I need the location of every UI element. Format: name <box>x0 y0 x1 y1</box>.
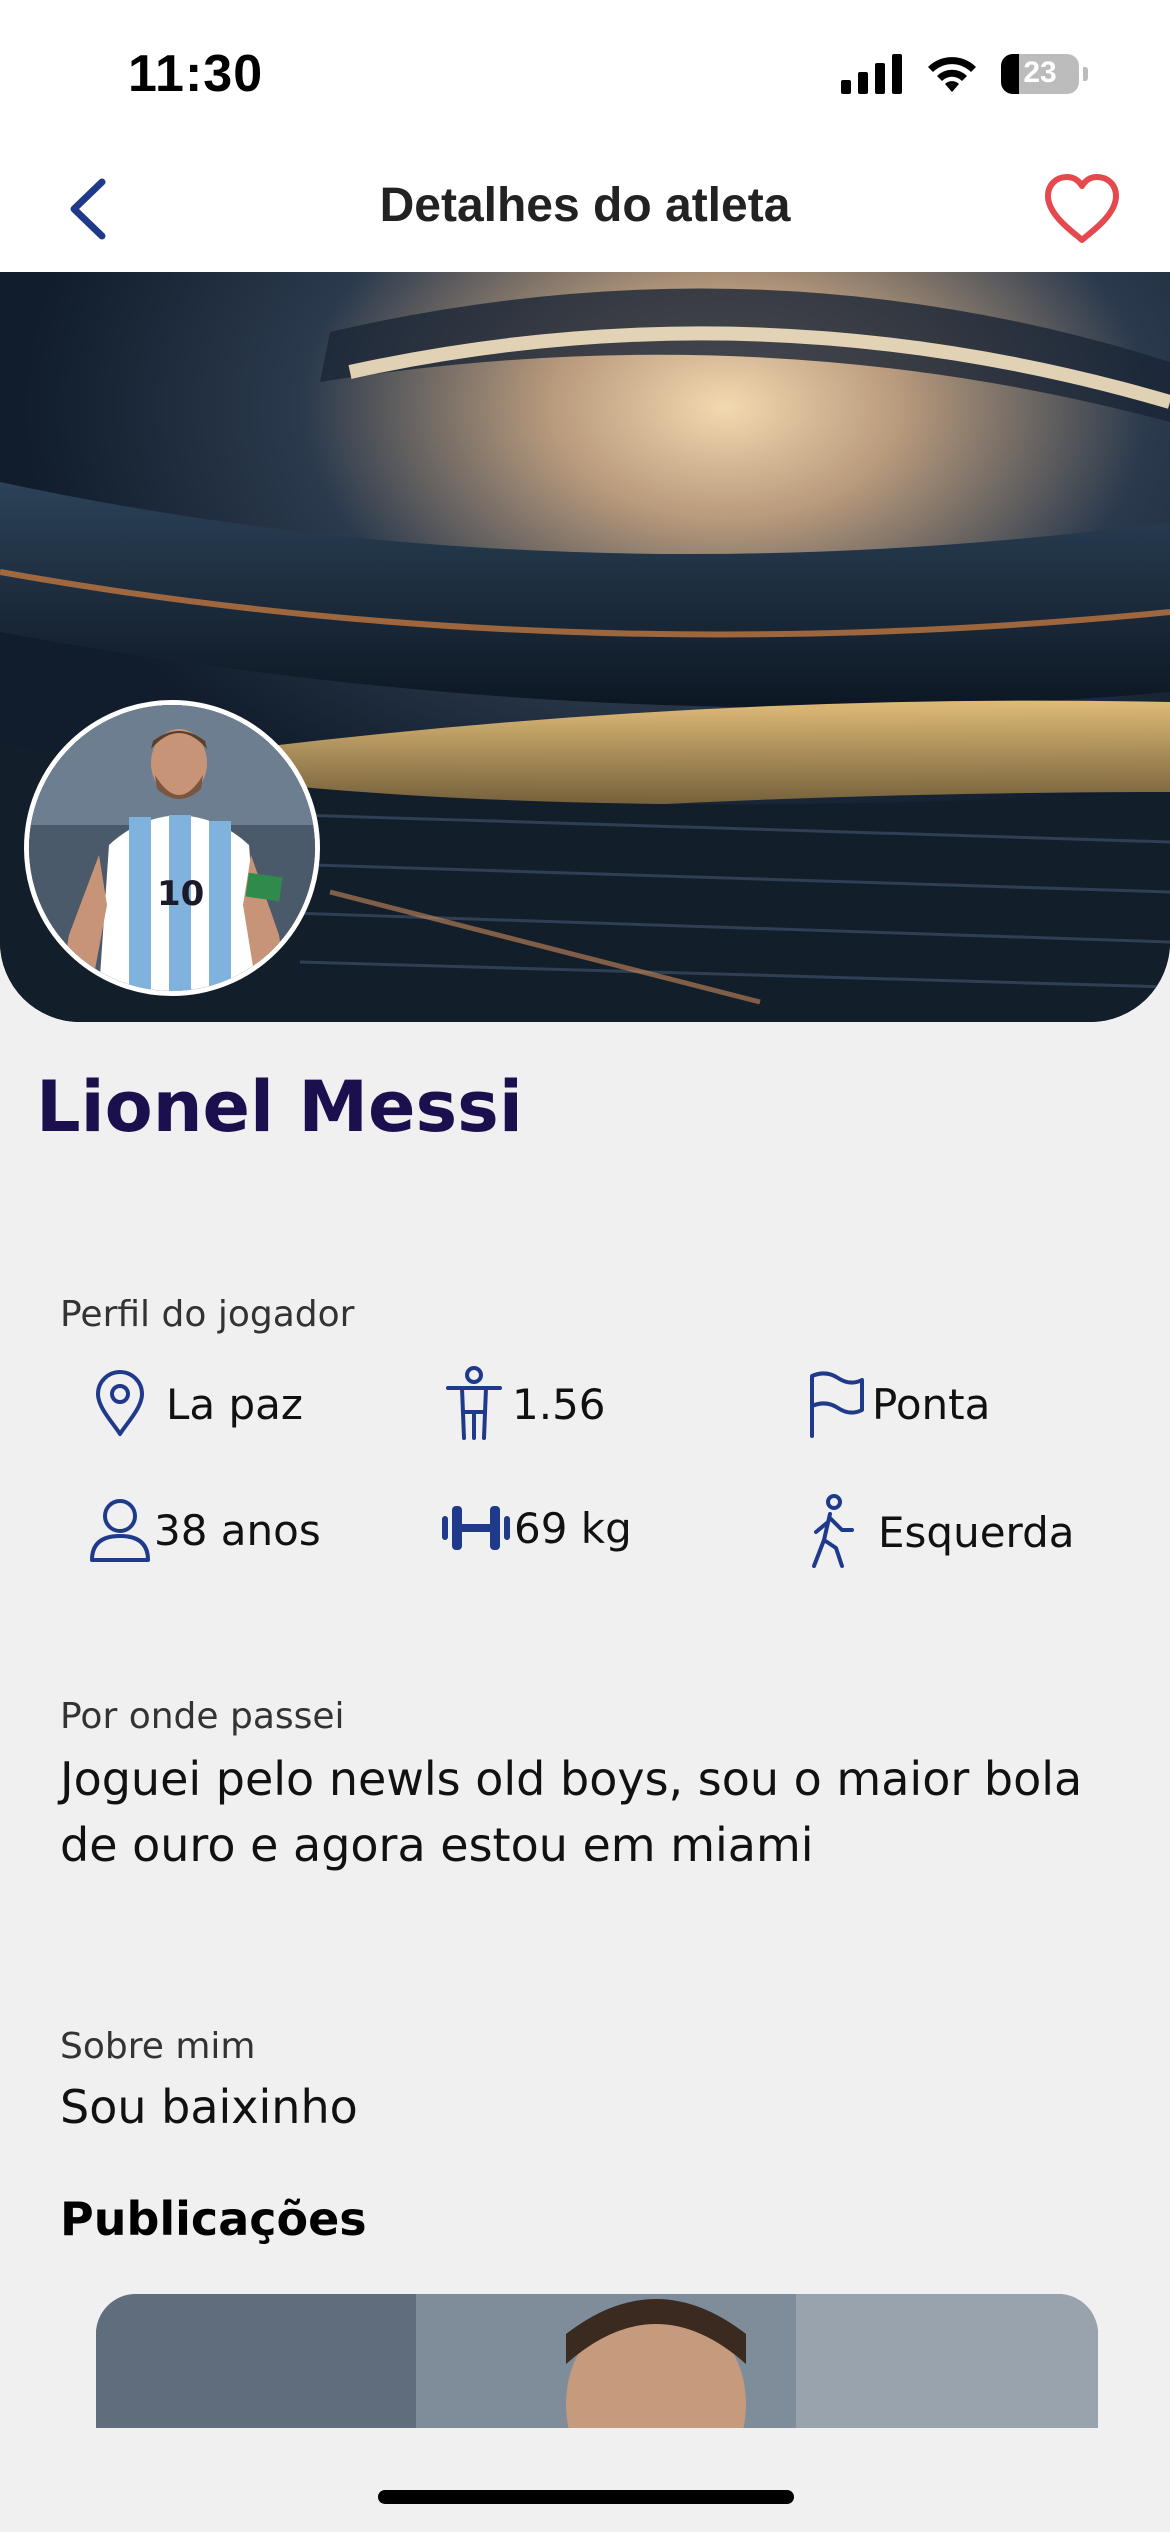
battery-icon: 23 <box>1001 54 1079 94</box>
about-text: Sou baixinho <box>60 2080 358 2134</box>
publication-image <box>96 2294 1098 2428</box>
status-bar: 11:30 23 <box>0 0 1170 150</box>
person-height-icon <box>446 1366 502 1440</box>
position-value: Ponta <box>872 1379 991 1429</box>
profile-section-label: Perfil do jogador <box>60 1294 355 1335</box>
profile-weight: 69 kg <box>440 1502 632 1554</box>
status-time: 11:30 <box>128 45 264 103</box>
wifi-icon <box>928 57 976 92</box>
favorite-button[interactable] <box>1042 172 1122 248</box>
athlete-name: Lionel Messi <box>36 1066 523 1148</box>
signal-icon <box>841 54 902 94</box>
nav-bar: Detalhes do atleta <box>0 150 1170 272</box>
location-pin-icon <box>96 1370 144 1436</box>
location-value: La paz <box>166 1379 303 1429</box>
profile-foot: Esquerda <box>808 1494 1074 1570</box>
home-indicator[interactable] <box>378 2490 794 2504</box>
battery-percentage: 23 <box>1023 56 1057 89</box>
about-section-label: Sobre mim <box>60 2026 256 2067</box>
weight-value: 69 kg <box>514 1503 632 1553</box>
publication-card[interactable] <box>96 2294 1098 2428</box>
flag-icon <box>810 1371 864 1438</box>
dumbbell-icon <box>442 1506 510 1550</box>
foot-value: Esquerda <box>878 1507 1075 1557</box>
athlete-details-screen: 11:30 23 Detalhes do atleta 10 Lionel Me… <box>0 0 1170 2532</box>
history-text: Joguei pelo newls old boys, sou o maior … <box>60 1752 1083 1872</box>
page-title: Detalhes do atleta <box>379 179 791 232</box>
battery-nub <box>1083 67 1088 81</box>
user-icon <box>90 1499 150 1562</box>
age-value: 38 anos <box>154 1505 321 1555</box>
profile-position: Ponta <box>806 1370 990 1438</box>
history-section-label: Por onde passei <box>60 1696 345 1737</box>
athlete-avatar: 10 <box>24 700 320 996</box>
walking-icon <box>812 1494 854 1568</box>
profile-age: 38 anos <box>88 1496 321 1564</box>
status-icons: 23 <box>841 54 1088 94</box>
svg-text:10: 10 <box>157 874 204 914</box>
height-value: 1.56 <box>512 1379 606 1429</box>
publications-title: Publicações <box>60 2192 367 2246</box>
heart-outline-icon <box>1045 174 1119 243</box>
profile-height: 1.56 <box>444 1366 606 1442</box>
profile-location: La paz <box>92 1370 303 1438</box>
